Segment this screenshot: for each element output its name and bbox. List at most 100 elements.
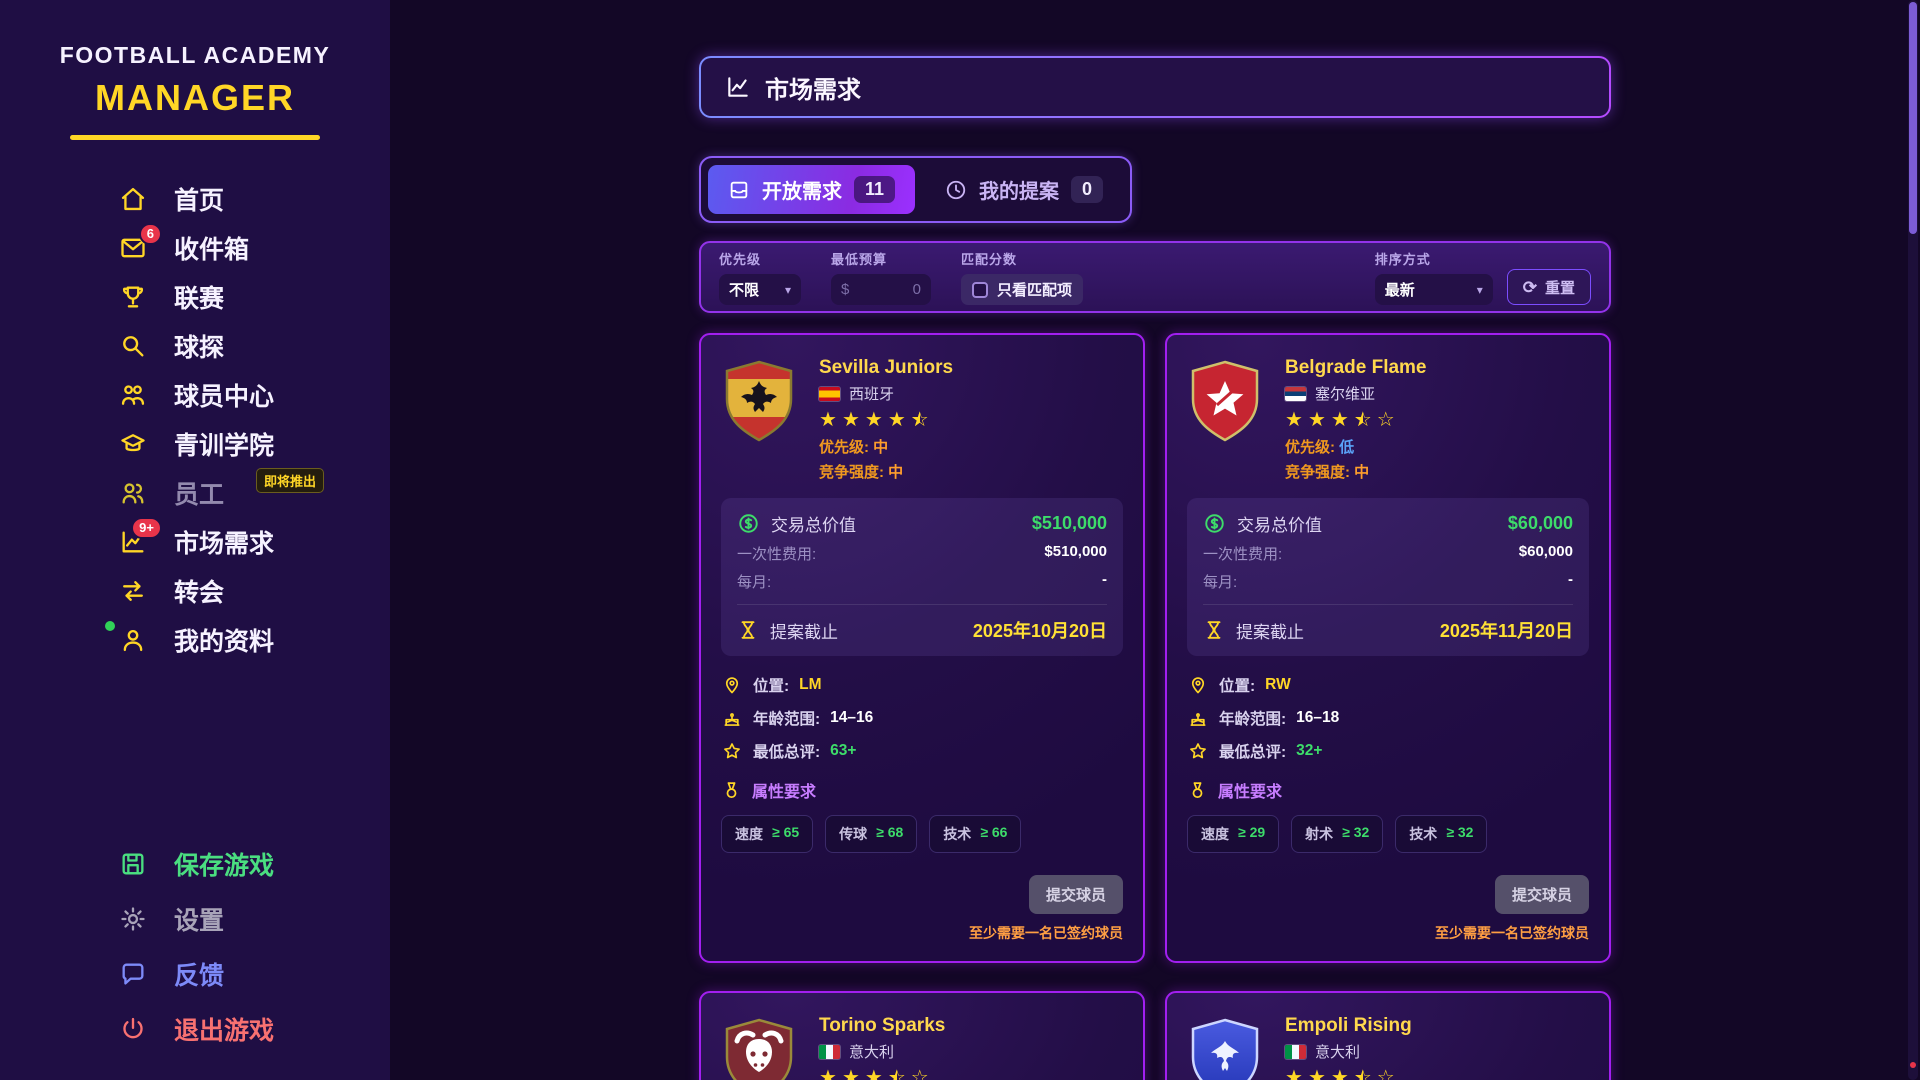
notification-badge: 6	[139, 223, 162, 245]
age-range-label: 年龄范围:	[1219, 707, 1286, 729]
app-logo-line2: MANAGER	[0, 77, 390, 119]
star-full-icon: ★	[819, 1068, 837, 1080]
club-name: Torino Sparks	[819, 1015, 945, 1037]
logo-underline	[70, 135, 320, 140]
star-half-icon: ☆★	[888, 1068, 906, 1080]
sidebar-item-label: 转会	[174, 573, 224, 609]
tab-label: 开放需求	[762, 175, 842, 204]
scrollbar-thumb[interactable]	[1909, 2, 1917, 234]
app-logo-line1: FOOTBALL ACADEMY	[0, 42, 390, 69]
sidebar-item-label: 员工	[174, 475, 224, 511]
age-range-value: 16–18	[1296, 709, 1339, 727]
serbia-flag-icon	[1285, 387, 1306, 401]
sidebar-nav: 首页6收件箱联赛球探球员中心青训学院员工 即将推出 9+市场需求转会我的资料	[0, 174, 390, 664]
chevron-down-icon: ▾	[785, 283, 791, 297]
coming-soon-tag: 即将推出	[256, 468, 324, 493]
sidebar-item-league[interactable]: 联赛	[0, 272, 390, 321]
min-overall-label: 最低总评:	[1219, 740, 1286, 762]
sidebar-item-market[interactable]: 9+市场需求	[0, 517, 390, 566]
match-only-checkbox[interactable]: 只看匹配项	[961, 274, 1083, 305]
sidebar-item-label: 联赛	[174, 279, 224, 315]
demand-card: Belgrade Flame 塞尔维亚 ★★★☆★☆ 优先级: 低 竞争强度: …	[1165, 333, 1611, 963]
attribute-name: 技术	[943, 824, 971, 844]
demand-card: Empoli Rising 意大利 ★★★☆★☆ 优先级: 中 竞争强度: 中 …	[1165, 991, 1611, 1080]
attribute-requirement: ≥ 29	[1238, 824, 1265, 844]
age-range-label: 年龄范围:	[753, 707, 820, 729]
submit-player-button[interactable]: 提交球员	[1029, 875, 1123, 914]
deadline-date: 2025年10月20日	[973, 617, 1107, 643]
star-half-icon: ☆★	[1354, 410, 1372, 430]
transfer-icon	[118, 576, 148, 606]
priority-select-value: 不限	[729, 279, 759, 300]
tab-my-proposals[interactable]: 我的提案 0	[925, 165, 1123, 214]
deadline-label: 提案截止	[1236, 618, 1304, 643]
pin-icon	[721, 675, 743, 695]
signed-player-warning: 至少需要一名已签约球员	[969, 923, 1123, 943]
position-label: 位置:	[753, 674, 789, 696]
sort-select[interactable]: 最新 ▾	[1375, 274, 1493, 305]
sidebar-item-scout[interactable]: 球探	[0, 321, 390, 370]
home-icon	[118, 184, 148, 214]
players-icon	[118, 380, 148, 410]
clock-icon	[945, 179, 967, 201]
position-value: LM	[799, 676, 821, 694]
priority-row: 优先级: 低	[1285, 436, 1427, 457]
one-time-fee-label: 一次性费用:	[737, 543, 816, 564]
tab-open-demands[interactable]: 开放需求 11	[708, 165, 915, 214]
sidebar-item-settings[interactable]: 设置	[0, 898, 390, 940]
budget-input-value: 0	[913, 281, 921, 298]
scrollbar[interactable]	[1908, 0, 1918, 1080]
sidebar-item-academy[interactable]: 青训学院	[0, 419, 390, 468]
star-full-icon: ★	[819, 410, 837, 430]
power-icon	[118, 1014, 148, 1044]
italy-flag-icon	[1285, 1045, 1306, 1059]
star-full-icon: ★	[865, 410, 883, 430]
budget-input[interactable]: $ 0	[831, 274, 931, 305]
competition-row: 竞争强度: 中	[1285, 461, 1427, 482]
attribute-requirement: ≥ 32	[1446, 824, 1473, 844]
page-header: 市场需求	[699, 56, 1611, 118]
tab-count-badge: 11	[854, 176, 895, 203]
sidebar-footer: 保存游戏设置反馈退出游戏	[0, 843, 390, 1050]
sidebar-item-staff[interactable]: 员工 即将推出	[0, 468, 390, 517]
total-value: $60,000	[1508, 513, 1573, 534]
club-name: Belgrade Flame	[1285, 357, 1427, 379]
attribute-requirement: ≥ 32	[1342, 824, 1369, 844]
signed-player-warning: 至少需要一名已签约球员	[1435, 923, 1589, 943]
budget-filter-label: 最低预算	[831, 249, 931, 268]
sidebar-item-inbox[interactable]: 6收件箱	[0, 223, 390, 272]
online-status-dot	[105, 621, 115, 631]
sidebar-item-players[interactable]: 球员中心	[0, 370, 390, 419]
club-crest	[721, 357, 797, 482]
sidebar-item-quit[interactable]: 退出游戏	[0, 1008, 390, 1050]
demand-cards-grid: Sevilla Juniors 西班牙 ★★★★☆★ 优先级: 中 竞争强度: …	[699, 333, 1611, 1080]
star-half-icon: ☆★	[911, 410, 929, 430]
tray-icon	[728, 179, 750, 201]
sort-label: 排序方式	[1375, 249, 1493, 268]
divider	[1203, 604, 1573, 605]
sidebar-item-save[interactable]: 保存游戏	[0, 843, 390, 885]
club-rating: ★★★☆★☆	[819, 1068, 945, 1080]
sidebar-item-transfer[interactable]: 转会	[0, 566, 390, 615]
hourglass-icon	[737, 619, 759, 641]
attribute-name: 速度	[735, 824, 763, 844]
pin-icon	[1187, 675, 1209, 695]
star-full-icon: ★	[888, 410, 906, 430]
money-icon	[1203, 512, 1226, 535]
sidebar-item-label: 我的资料	[174, 622, 274, 658]
reset-icon: ⟳	[1523, 279, 1537, 296]
priority-select[interactable]: 不限 ▾	[719, 274, 801, 305]
attribute-requirement: ≥ 68	[876, 824, 903, 844]
sidebar-item-home[interactable]: 首页	[0, 174, 390, 223]
sidebar-item-profile[interactable]: 我的资料	[0, 615, 390, 664]
tabbar: 开放需求 11 我的提案 0	[699, 156, 1132, 223]
reset-button-label: 重置	[1545, 277, 1575, 298]
search-icon	[118, 331, 148, 361]
submit-player-button[interactable]: 提交球员	[1495, 875, 1589, 914]
sidebar-item-feedback[interactable]: 反馈	[0, 953, 390, 995]
page-title: 市场需求	[765, 70, 861, 105]
reset-button[interactable]: ⟳ 重置	[1507, 269, 1591, 305]
save-icon	[118, 849, 148, 879]
attribute-name: 射术	[1305, 824, 1333, 844]
monthly-fee-label: 每月:	[1203, 571, 1237, 592]
